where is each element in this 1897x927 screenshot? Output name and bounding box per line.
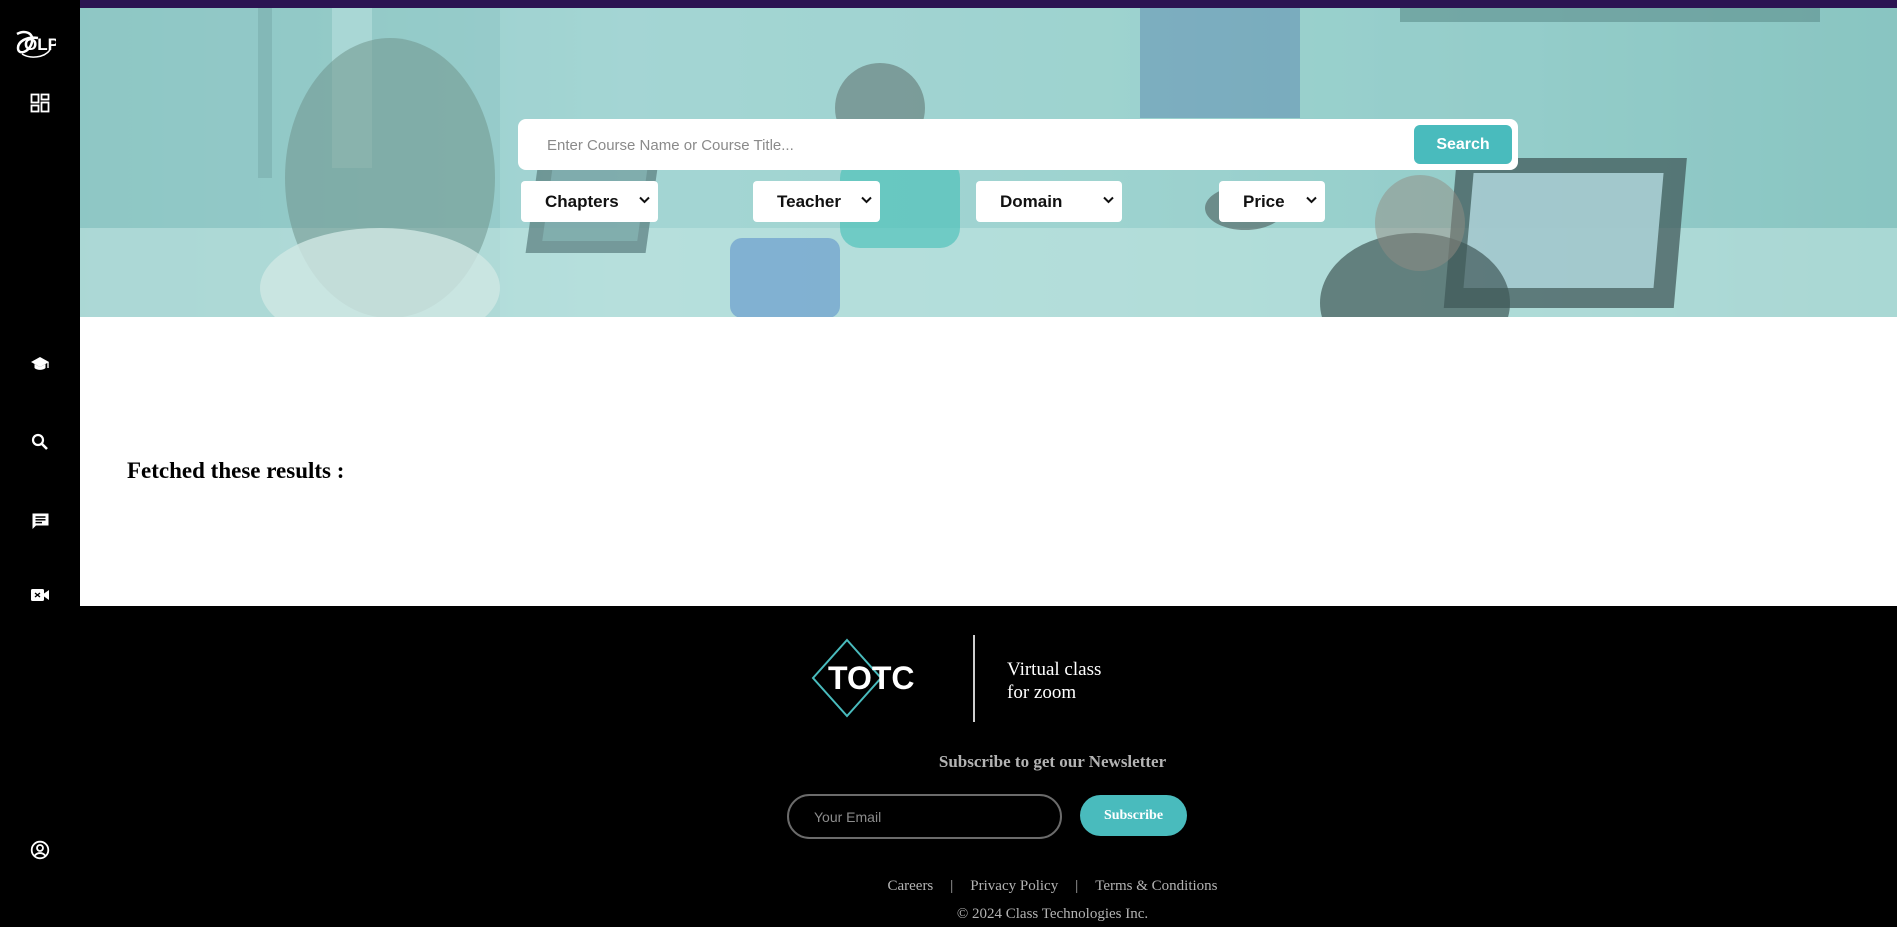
dashboard-icon[interactable]	[26, 89, 54, 117]
results-heading: Fetched these results :	[127, 458, 345, 483]
chapters-filter-select[interactable]: Chapters	[521, 181, 658, 222]
footer-tagline: Virtual class for zoom	[1007, 658, 1101, 704]
chat-icon[interactable]	[26, 507, 54, 535]
search-icon[interactable]	[26, 428, 54, 456]
chevron-down-icon	[1306, 196, 1317, 204]
subscribe-button[interactable]: Subscribe	[1080, 795, 1187, 836]
chevron-down-icon	[1103, 196, 1114, 204]
copyright: © 2024 Class Technologies Inc.	[80, 906, 1897, 923]
course-search-input[interactable]	[547, 131, 1397, 159]
domain-filter-label: Domain	[1000, 191, 1063, 211]
chevron-down-icon	[639, 196, 650, 204]
footer: TOTC Virtual class for zoom Subscribe to…	[80, 606, 1897, 927]
newsletter-heading-text: Subscribe to get our Newsletter	[938, 752, 1167, 771]
price-filter-select[interactable]: Price	[1219, 181, 1325, 222]
graduation-cap-icon[interactable]	[26, 350, 54, 378]
privacy-policy-link[interactable]: Privacy Policy	[970, 878, 1058, 895]
copyright-text: © 2024 Class Technologies Inc.	[956, 906, 1149, 922]
tagline-line-1: Virtual class	[1007, 659, 1102, 680]
svg-text:TOTC: TOTC	[828, 660, 915, 696]
domain-filter-select[interactable]: Domain	[976, 181, 1122, 222]
course-search-bar: Search	[518, 119, 1518, 170]
logo-divider	[973, 635, 975, 722]
user-account-icon[interactable]	[26, 836, 54, 864]
svg-text:OLP: OLP	[24, 35, 56, 54]
price-filter-label: Price	[1243, 191, 1285, 211]
search-button[interactable]: Search	[1414, 125, 1512, 164]
terms-conditions-link[interactable]: Terms & Conditions	[1095, 878, 1217, 895]
tagline-line-2: for zoom	[1007, 682, 1077, 703]
sidebar: OLP	[0, 0, 80, 927]
top-accent-bar	[0, 0, 1897, 8]
link-separator: |	[950, 878, 954, 894]
newsletter-email-input[interactable]	[787, 794, 1062, 839]
careers-link[interactable]: Careers	[887, 878, 933, 895]
chevron-down-icon	[861, 196, 872, 204]
teacher-filter-label: Teacher	[777, 191, 841, 211]
teacher-filter-select[interactable]: Teacher	[753, 181, 880, 222]
hero-banner: Search Chapters Teacher Domain Price	[80, 8, 1897, 317]
totc-logo[interactable]: TOTC	[808, 637, 920, 719]
olp-logo[interactable]: OLP	[14, 28, 59, 60]
newsletter-heading: Subscribe to get our Newsletter	[80, 752, 1897, 772]
video-camera-icon[interactable]	[26, 581, 54, 609]
link-separator: |	[1075, 878, 1079, 894]
chapters-filter-label: Chapters	[545, 191, 619, 211]
footer-links: Careers | Privacy Policy | Terms & Condi…	[80, 878, 1897, 895]
